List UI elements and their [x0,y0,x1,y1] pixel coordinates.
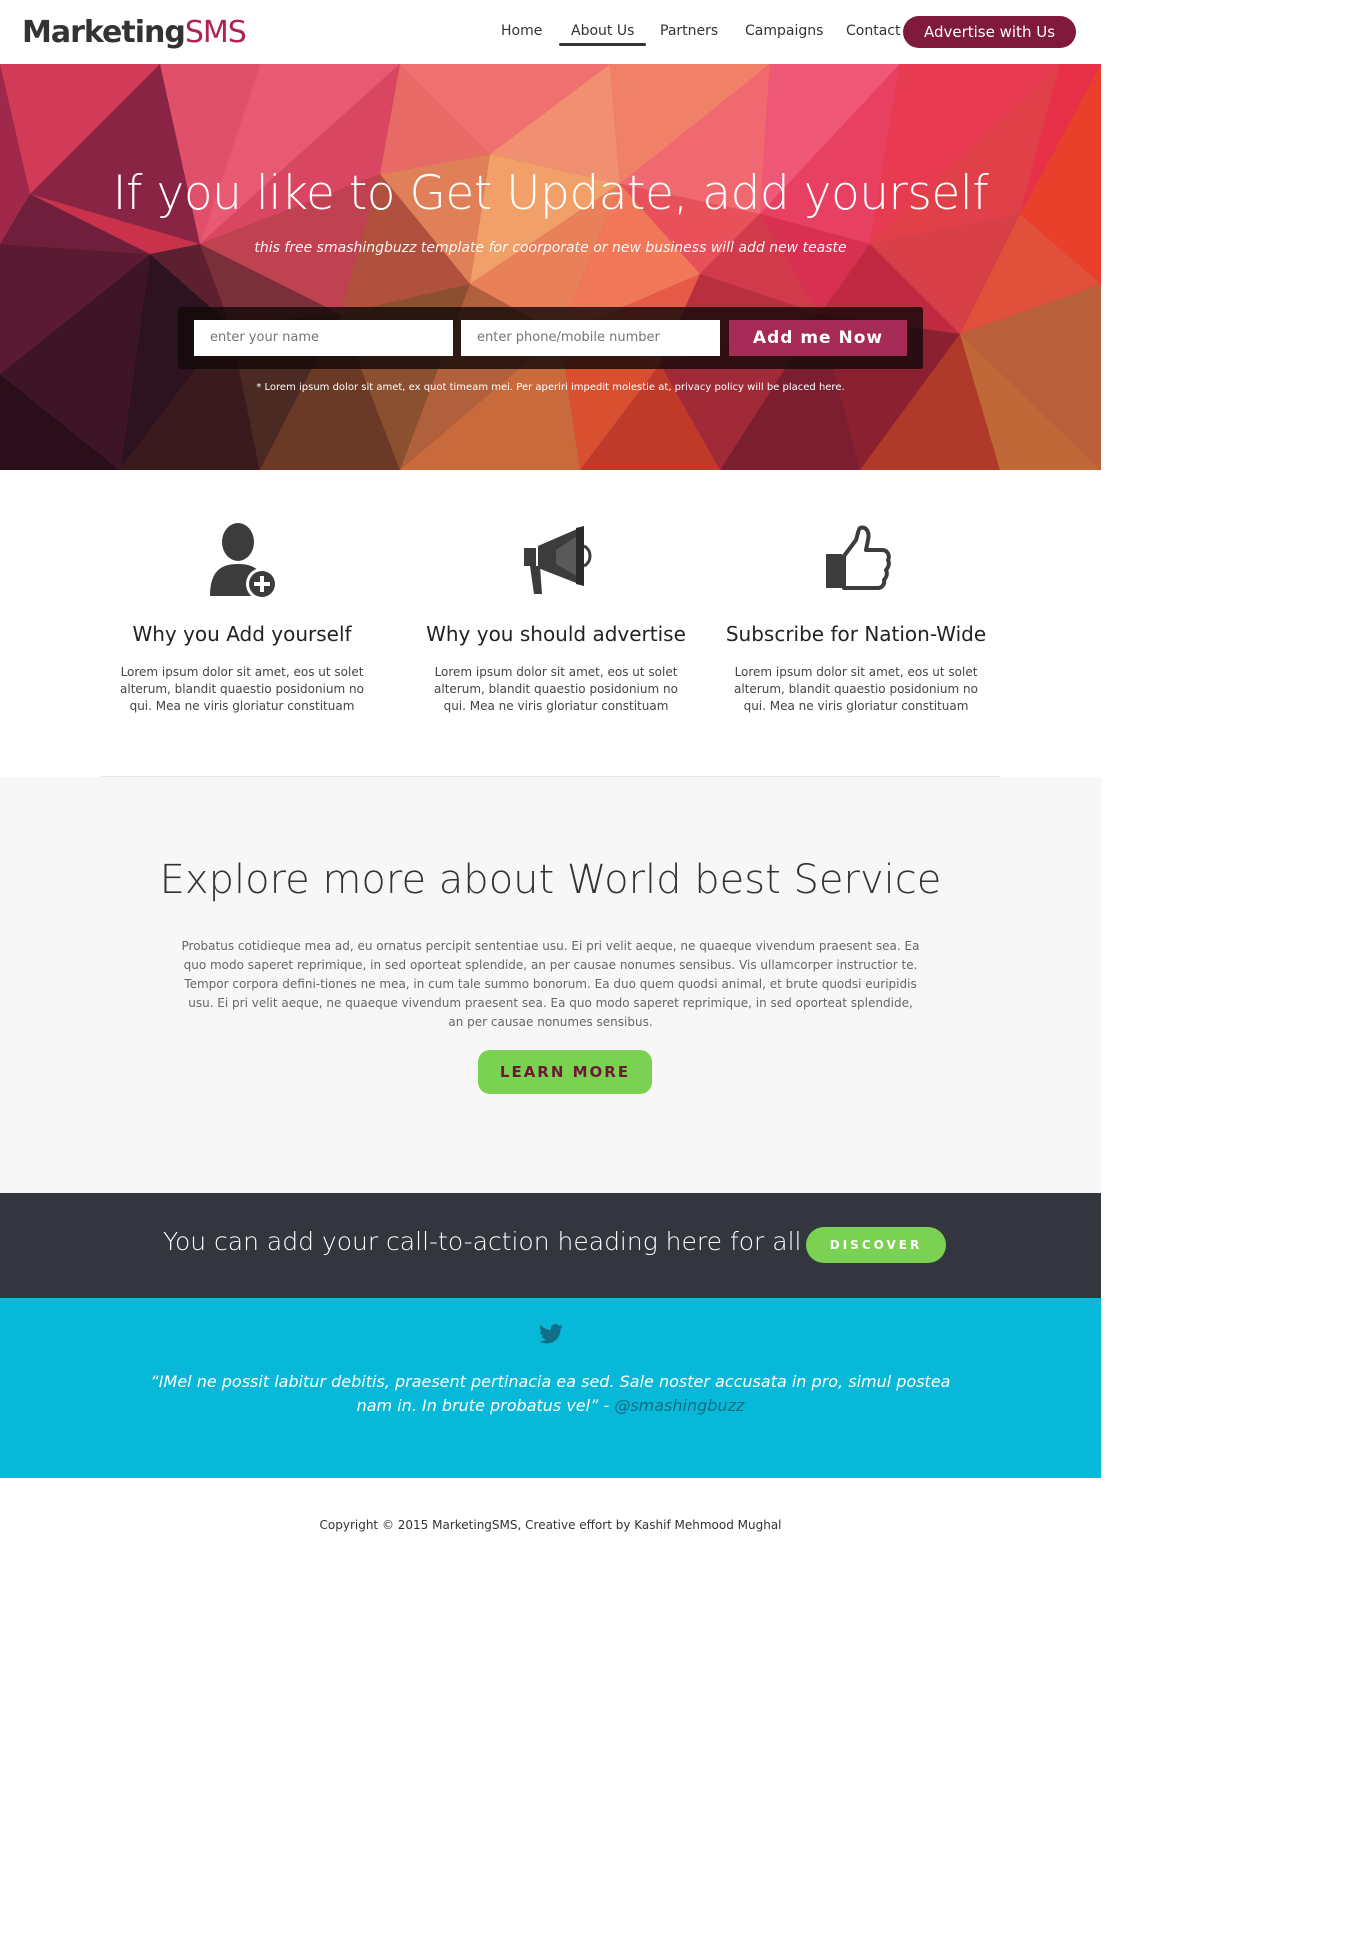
nav-item-campaigns[interactable]: Campaigns [745,22,823,48]
thumbs-up-icon [826,525,891,590]
explore-section: Explore more about World best Service Pr… [0,777,1101,1193]
feature-title: Why you Add yourself [132,622,352,646]
nav-item-contact[interactable]: Contact [846,22,900,48]
copyright-text: Copyright © 2015 MarketingSMS, Creative … [319,1518,782,1532]
tweet-quote: “IMel ne possit labitur debitis, praesen… [150,1370,951,1418]
twitter-handle-link[interactable]: @smashingbuzz [614,1396,744,1415]
tweet-quote-text: “IMel ne possit labitur debitis, praesen… [150,1372,951,1415]
nav-item-about-us[interactable]: About Us [558,22,647,48]
twitter-icon[interactable] [539,1324,563,1344]
hero-subtitle: this free smashingbuzz template for coor… [254,240,847,256]
add-me-now-button[interactable]: Add me Now [729,320,907,356]
megaphone-icon [524,526,592,594]
phone-input[interactable] [461,320,720,356]
signup-form: Add me Now [178,307,923,369]
hero-title: If you like to Get Update, add yourself [112,166,989,221]
features-section: Why you Add yourself Lorem ipsum dolor s… [0,470,1101,777]
explore-text: Probatus cotidieque mea ad, eu ornatus p… [181,939,920,1029]
nav-item-partners[interactable]: Partners [660,22,718,48]
name-input[interactable] [194,320,453,356]
privacy-note: * Lorem ipsum dolor sit amet, ex quot ti… [256,382,845,393]
twitter-section: “IMel ne possit labitur debitis, praesen… [0,1298,1101,1478]
logo-text-marketing: Marketing [22,15,186,50]
tweet-separator: - [598,1396,615,1415]
explore-title: Explore more about World best Service [159,857,942,903]
logo-text-sms: SMS [184,15,247,50]
nav-item-home[interactable]: Home [501,22,542,48]
hero-section: If you like to Get Update, add yourself … [0,64,1101,470]
cta-heading: You can add your call-to-action heading … [163,1227,802,1256]
feature-description: Lorem ipsum dolor sit amet, eos ut solet… [434,665,678,713]
site-logo[interactable]: MarketingSMS [22,15,247,50]
site-header: MarketingSMS Home About Us Partners Camp… [0,0,1101,64]
feature-description: Lorem ipsum dolor sit amet, eos ut solet… [120,665,364,713]
cta-band: You can add your call-to-action heading … [0,1193,1101,1298]
site-footer: Copyright © 2015 MarketingSMS, Creative … [0,1478,1101,1553]
hero-polygon-background [0,64,1101,470]
feature-title: Subscribe for Nation-Wide [725,622,987,646]
feature-title: Why you should advertise [426,622,686,646]
add-user-icon [210,523,278,600]
discover-button[interactable]: DISCOVER [806,1227,946,1263]
feature-description: Lorem ipsum dolor sit amet, eos ut solet… [734,665,978,713]
advertise-with-us-button[interactable]: Advertise with Us [903,16,1076,48]
learn-more-button[interactable]: LEARN MORE [478,1050,652,1094]
